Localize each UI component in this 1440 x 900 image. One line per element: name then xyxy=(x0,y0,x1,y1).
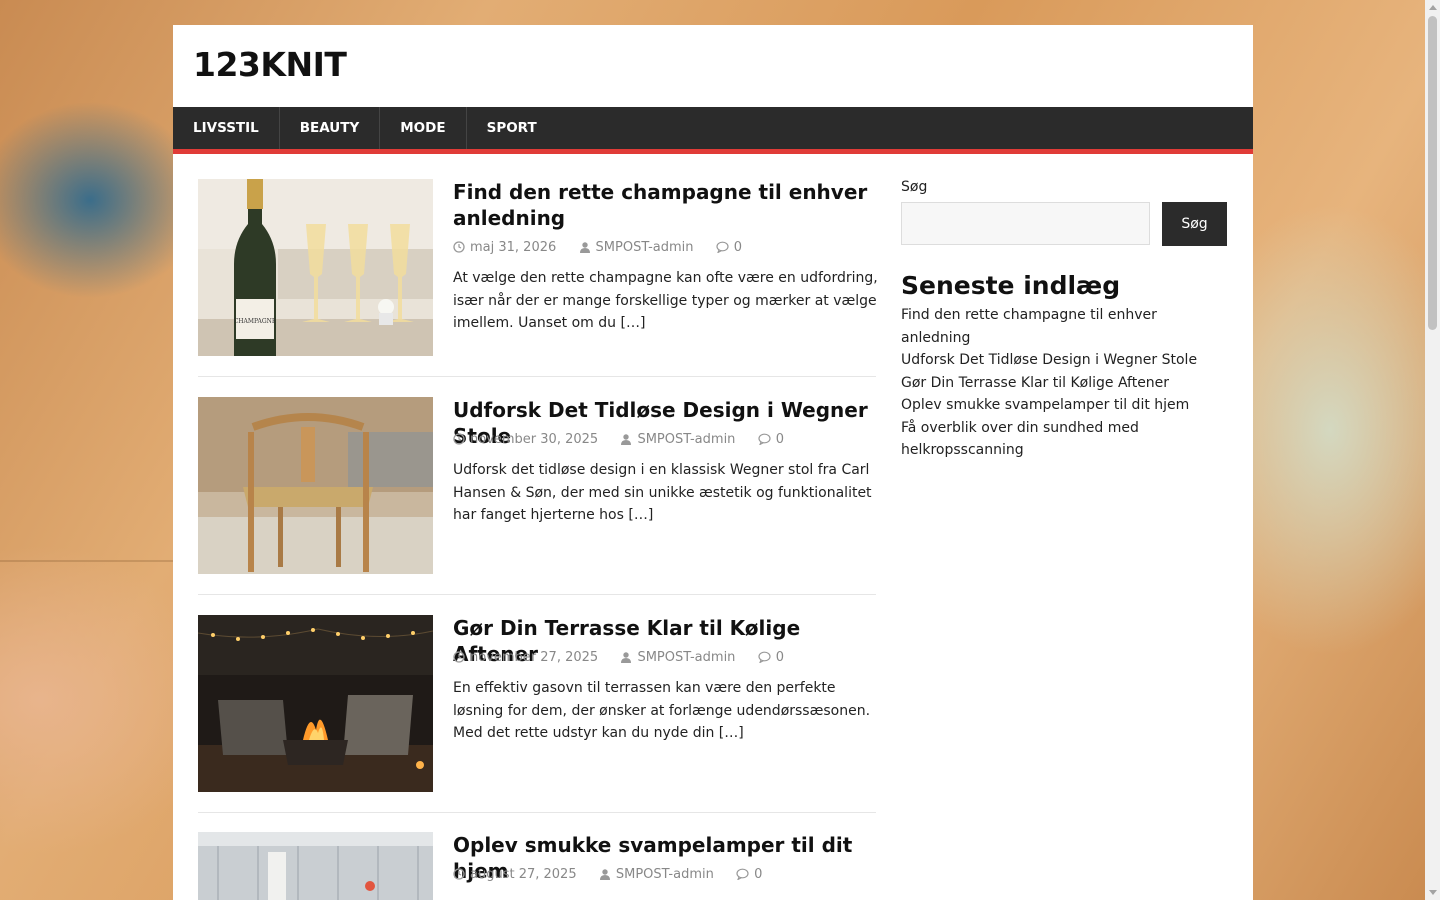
read-more-link[interactable]: […] xyxy=(620,315,645,331)
post-divider xyxy=(198,376,876,377)
post-comments[interactable]: 0 xyxy=(776,432,784,447)
post-card: CHAMPAGNE Find den rette champagne til e… xyxy=(198,179,878,379)
post-excerpt-text: At vælge den rette champagne kan ofte væ… xyxy=(453,270,878,331)
post-excerpt-text: En effektiv gasovn til terrassen kan vær… xyxy=(453,680,871,741)
nav-item-livsstil[interactable]: LIVSSTIL xyxy=(173,107,280,149)
post-date: november 30, 2025 xyxy=(470,432,599,447)
post-date: august 27, 2025 xyxy=(470,867,577,882)
comment-icon xyxy=(716,241,729,253)
post-divider xyxy=(198,812,876,813)
post-comments[interactable]: 0 xyxy=(734,240,742,255)
wegner-chair-image xyxy=(198,397,433,574)
recent-posts-list: Find den rette champagne til enhver anle… xyxy=(901,304,1227,462)
site-title[interactable]: 123KNIT xyxy=(193,45,347,84)
post-thumbnail-champagne[interactable]: CHAMPAGNE xyxy=(198,179,433,356)
comment-icon xyxy=(758,651,771,663)
post-excerpt: Udforsk det tidløse design i en klassisk… xyxy=(453,459,878,527)
clock-icon xyxy=(453,241,465,253)
nav-item-mode[interactable]: MODE xyxy=(380,107,467,149)
post-thumbnail-terrace[interactable] xyxy=(198,615,433,792)
read-more-link[interactable]: […] xyxy=(719,725,744,741)
page-container: 123KNIT LIVSSTIL BEAUTY MODE SPORT CHAMP… xyxy=(173,25,1253,900)
post-card: Gør Din Terrasse Klar til Kølige Aftener… xyxy=(198,615,876,815)
user-icon xyxy=(579,242,590,253)
clock-icon xyxy=(453,433,465,445)
clock-icon xyxy=(453,868,465,880)
post-divider xyxy=(198,594,876,595)
champagne-image: CHAMPAGNE xyxy=(198,179,433,356)
post-title[interactable]: Find den rette champagne til enhver anle… xyxy=(453,179,878,231)
search-input[interactable] xyxy=(901,202,1150,245)
post-author[interactable]: SMPOST-admin xyxy=(616,867,714,882)
post-author[interactable]: SMPOST-admin xyxy=(637,650,735,665)
comment-icon xyxy=(758,433,771,445)
post-thumbnail-chair[interactable] xyxy=(198,397,433,574)
post-excerpt: At vælge den rette champagne kan ofte væ… xyxy=(453,267,878,335)
post-author[interactable]: SMPOST-admin xyxy=(596,240,694,255)
user-icon xyxy=(621,652,632,663)
read-more-link[interactable]: […] xyxy=(628,507,653,523)
nav-item-beauty[interactable]: BEAUTY xyxy=(280,107,381,149)
nav-item-sport[interactable]: SPORT xyxy=(467,107,557,149)
site-header: 123KNIT xyxy=(173,25,1253,107)
user-icon xyxy=(621,434,632,445)
search-label: Søg xyxy=(901,179,928,195)
post-meta: august 27, 2025 SMPOST-admin 0 xyxy=(453,867,762,882)
recent-posts-title: Seneste indlæg xyxy=(901,271,1121,300)
post-card: Udforsk Det Tidløse Design i Wegner Stol… xyxy=(198,397,876,597)
post-excerpt: En effektiv gasovn til terrassen kan vær… xyxy=(453,677,878,745)
post-comments[interactable]: 0 xyxy=(754,867,762,882)
main-nav: LIVSSTIL BEAUTY MODE SPORT xyxy=(173,107,1253,154)
background-decoration xyxy=(0,560,173,562)
recent-post-link[interactable]: Oplev smukke svampelamper til dit hjem xyxy=(901,394,1227,417)
post-meta: maj 31, 2026 SMPOST-admin 0 xyxy=(453,240,742,255)
scrollbar-thumb[interactable] xyxy=(1428,16,1437,330)
scroll-up-arrow-icon[interactable] xyxy=(1429,5,1437,10)
terrace-image xyxy=(198,615,433,792)
recent-post-link[interactable]: Find den rette champagne til enhver anle… xyxy=(901,304,1227,349)
user-icon xyxy=(599,869,610,880)
post-thumbnail-lamps[interactable] xyxy=(198,832,433,900)
post-meta: november 27, 2025 SMPOST-admin 0 xyxy=(453,650,784,665)
recent-post-link[interactable]: Udforsk Det Tidløse Design i Wegner Stol… xyxy=(901,349,1227,372)
post-card: Oplev smukke svampelamper til dit hjem a… xyxy=(198,832,876,900)
scroll-down-arrow-icon[interactable] xyxy=(1429,890,1437,895)
comment-icon xyxy=(736,868,749,880)
page-scrollbar[interactable] xyxy=(1425,0,1440,900)
recent-post-link[interactable]: Gør Din Terrasse Klar til Kølige Aftener xyxy=(901,372,1227,395)
bottle-label-text: CHAMPAGNE xyxy=(234,318,277,325)
post-date: november 27, 2025 xyxy=(470,650,599,665)
post-author[interactable]: SMPOST-admin xyxy=(637,432,735,447)
mushroom-lamps-image xyxy=(198,832,433,900)
post-date: maj 31, 2026 xyxy=(470,240,557,255)
post-comments[interactable]: 0 xyxy=(776,650,784,665)
recent-post-link[interactable]: Få overblik over din sundhed med helkrop… xyxy=(901,417,1227,462)
clock-icon xyxy=(453,651,465,663)
post-meta: november 30, 2025 SMPOST-admin 0 xyxy=(453,432,784,447)
search-button[interactable]: Søg xyxy=(1162,202,1227,246)
post-excerpt-text: Udforsk det tidløse design i en klassisk… xyxy=(453,462,872,523)
